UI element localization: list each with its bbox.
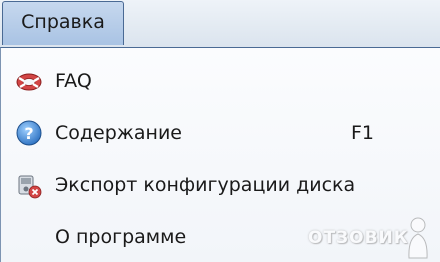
help-menu-button[interactable]: Справка: [2, 1, 124, 45]
disk-export-icon: [15, 171, 43, 199]
menu-item-faq[interactable]: FAQ: [1, 56, 439, 106]
otzovik-watermark: ОТЗОВИК: [306, 216, 436, 260]
lifebuoy-icon: [15, 67, 43, 95]
menu-item-label: О программе: [55, 226, 187, 248]
menu-item-label: Содержание: [55, 122, 182, 144]
menu-bar: Справка: [0, 0, 440, 47]
menu-item-export-disk-config[interactable]: Экспорт конфигурации диска: [1, 160, 439, 210]
watermark-text: ОТЗОВИК: [308, 228, 409, 248]
svg-text:?: ?: [24, 124, 33, 143]
watermark-figure-icon: [408, 217, 428, 259]
help-icon: ?: [15, 119, 43, 147]
menu-item-shortcut: F1: [351, 122, 375, 144]
menu-item-label: Экспорт конфигурации диска: [55, 174, 356, 196]
menu-item-label: FAQ: [55, 70, 92, 92]
menu-item-contents[interactable]: ? Содержание F1: [1, 108, 439, 158]
